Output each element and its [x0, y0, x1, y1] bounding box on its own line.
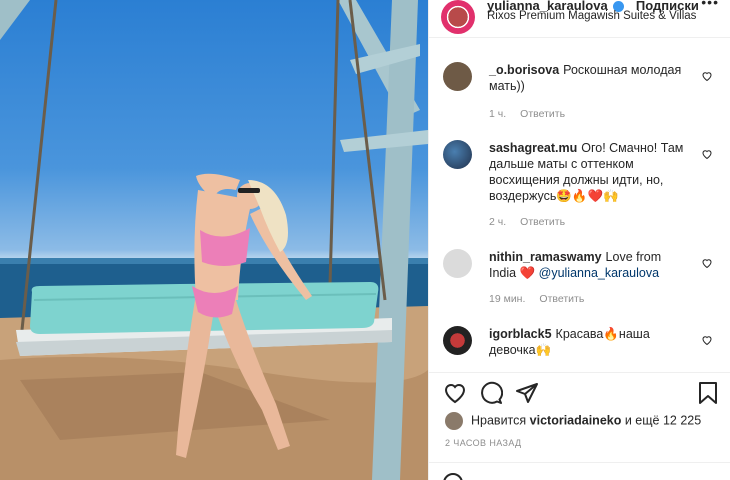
- bookmark-icon[interactable]: [697, 381, 719, 405]
- comment-like-heart-icon[interactable]: [701, 334, 713, 346]
- reply-button[interactable]: Ответить: [539, 293, 584, 305]
- comment-body: _o.borisova Роскошная молодая мать)): [489, 62, 689, 94]
- add-comment-bar: [429, 462, 730, 480]
- post-location[interactable]: Rixos Premium Magawish Suites & Villas: [487, 10, 696, 22]
- likes-summary[interactable]: Нравится victoriadaineko и ещё 12 225: [445, 412, 701, 430]
- reply-button[interactable]: Ответить: [520, 108, 565, 120]
- comment-time: 19 мин.: [489, 293, 526, 305]
- post-photo[interactable]: [0, 0, 428, 480]
- comment-username[interactable]: nithin_ramaswamy: [489, 250, 602, 264]
- commenter-avatar[interactable]: [443, 249, 472, 278]
- commenter-avatar[interactable]: [443, 326, 472, 355]
- commenter-avatar[interactable]: [443, 62, 472, 91]
- heart-icon[interactable]: [443, 381, 467, 405]
- post-header: yulianna_karaulova Подписки Rixos Premiu…: [429, 0, 730, 38]
- comment-time: 2 ч.: [489, 216, 507, 228]
- liker-username[interactable]: victoriadaineko: [530, 413, 622, 427]
- comment-username[interactable]: sashagreat.mu: [489, 141, 577, 155]
- comment-like-heart-icon[interactable]: [701, 257, 713, 269]
- comment-username[interactable]: _o.borisova: [489, 63, 559, 77]
- comment-like-heart-icon[interactable]: [701, 70, 713, 82]
- author-avatar[interactable]: [441, 0, 475, 34]
- post-action-bar: [429, 372, 730, 410]
- reply-button[interactable]: Ответить: [520, 216, 565, 228]
- comment-mention-link[interactable]: @yulianna_karaulova: [539, 266, 659, 280]
- liker-avatar: [445, 412, 463, 430]
- comment-body: sashagreat.mu Ого! Смачно! Там дальше мат…: [489, 140, 689, 204]
- comment-username[interactable]: igorblack5: [489, 327, 552, 341]
- paper-plane-icon[interactable]: [515, 381, 539, 405]
- beach-swing-scene: [0, 0, 428, 480]
- comment-body: nithin_ramaswamy Love from India ❤️ @yuli…: [489, 249, 689, 281]
- post-timestamp: 2 ЧАСОВ НАЗАД: [445, 438, 522, 448]
- likes-prefix: Нравится: [471, 413, 527, 428]
- comments-panel: yulianna_karaulova Подписки Rixos Premiu…: [428, 0, 730, 480]
- commenter-avatar[interactable]: [443, 140, 472, 169]
- comment-time: 1 ч.: [489, 108, 507, 120]
- more-options-icon[interactable]: •••: [701, 0, 719, 10]
- emoji-icon[interactable]: [443, 473, 463, 480]
- likes-suffix[interactable]: и ещё 12 225: [625, 413, 701, 427]
- comment-body: igorblack5 Красава🔥наша девочка🙌: [489, 326, 689, 358]
- comment-icon[interactable]: [479, 381, 503, 405]
- comment-like-heart-icon[interactable]: [701, 148, 713, 160]
